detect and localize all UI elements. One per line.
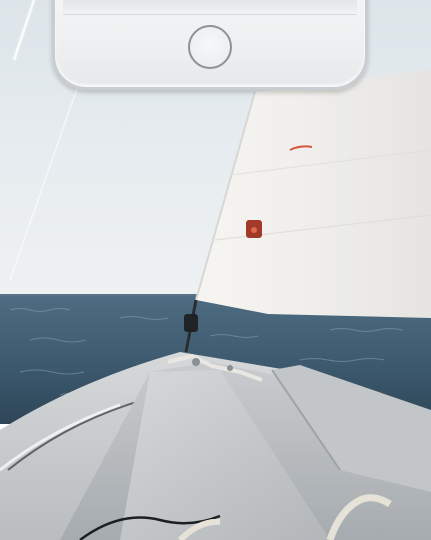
phone-bottom-bezel	[52, 0, 368, 90]
photo-stage	[0, 0, 431, 540]
phone-screen-edge	[63, 0, 357, 15]
home-button-icon[interactable]	[188, 25, 232, 69]
furler	[184, 314, 198, 332]
